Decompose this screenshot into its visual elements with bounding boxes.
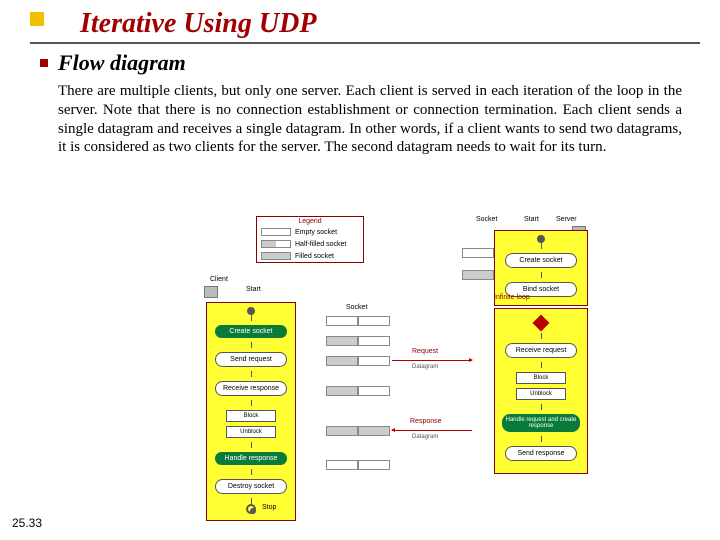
request-label: Request — [412, 348, 438, 355]
server-step-recv: Receive request — [505, 343, 577, 358]
server-label: Server — [556, 216, 577, 223]
response-arrow — [392, 430, 472, 431]
start-dot-icon — [247, 307, 255, 315]
stop-dot-icon — [246, 504, 256, 514]
response-label: Response — [410, 418, 442, 425]
socket-label-mid: Socket — [346, 304, 367, 311]
client-step-handle: Handle response — [215, 452, 287, 465]
client-stop-label: Stop — [262, 504, 276, 511]
server-step-unblock: Unblock — [516, 388, 566, 400]
response-datagram-label: Datagram — [412, 434, 438, 440]
flow-diagram: Legend Empty socket Half-filled socket F… — [150, 216, 590, 516]
client-step-block: Block — [226, 410, 276, 422]
subtitle: Flow diagram — [58, 50, 186, 76]
client-start-label: Start — [246, 286, 261, 293]
page-number: 25.33 — [12, 516, 42, 530]
client-step-send: Send request — [215, 352, 287, 367]
bullet-icon — [40, 59, 48, 67]
legend-row-0: Empty socket — [295, 229, 337, 236]
request-datagram-label: Datagram — [412, 364, 438, 370]
page-title: Iterative Using UDP — [0, 8, 720, 40]
client-flow: Create socket Send request Receive respo… — [206, 302, 296, 521]
server-step-send: Send response — [505, 446, 577, 461]
server-socket-label: Socket — [476, 216, 497, 223]
server-step-handle: Handle request and create response — [502, 414, 580, 432]
client-step-unblock: Unblock — [226, 426, 276, 438]
legend-title: Legend — [257, 217, 363, 226]
body-paragraph: There are multiple clients, but only one… — [0, 76, 720, 157]
legend-row-1: Half-filled socket — [295, 241, 346, 248]
client-step-create: Create socket — [215, 325, 287, 338]
legend-box: Legend Empty socket Half-filled socket F… — [256, 216, 364, 263]
client-step-recv: Receive response — [215, 381, 287, 396]
loop-diamond-icon — [533, 315, 550, 332]
server-start-dot — [537, 235, 545, 243]
server-start-label: Start — [524, 216, 539, 223]
server-flow-loop: Receive request Block Unblock Handle req… — [494, 308, 588, 474]
client-label: Client — [210, 276, 228, 283]
title-underline — [30, 42, 700, 44]
request-arrow — [392, 360, 472, 361]
server-step-block: Block — [516, 372, 566, 384]
title-accent — [30, 12, 44, 26]
client-step-destroy: Destroy socket — [215, 479, 287, 494]
legend-row-2: Filled socket — [295, 253, 334, 260]
client-host-icon — [204, 286, 218, 298]
infinite-loop-label: Infinite loop — [494, 294, 530, 301]
server-step-create: Create socket — [505, 253, 577, 268]
